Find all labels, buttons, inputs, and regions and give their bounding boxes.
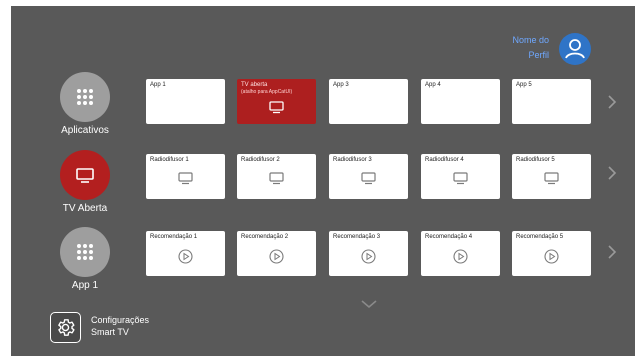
play-icon	[361, 249, 376, 264]
profile-name-line2: Perfil	[528, 50, 549, 60]
tile-title: App 3	[333, 82, 349, 88]
app-tile[interactable]: App 3	[329, 79, 408, 124]
tile-subtitle: (atalho para AppCatUI)	[241, 89, 293, 95]
broadcaster-tile[interactable]: Radiodifusor 3	[329, 154, 408, 199]
tile-title: Radiodifusor 5	[516, 157, 555, 163]
recommendation-tile[interactable]: Recomendação 3	[329, 231, 408, 276]
tile-title: App 5	[516, 82, 532, 88]
tile-title: Radiodifusor 3	[333, 157, 372, 163]
broadcaster-tile[interactable]: Radiodifusor 4	[421, 154, 500, 199]
settings-icon-box[interactable]	[50, 312, 81, 343]
tv-home-screen: Nome do Perfil Aplicativos TV Aberta App…	[11, 6, 635, 356]
tv-icon	[269, 101, 284, 114]
tile-title: App 4	[425, 82, 441, 88]
grid-icon	[77, 89, 93, 105]
tv-icon	[544, 172, 559, 185]
chevron-right-icon[interactable]	[607, 245, 617, 259]
settings-label-line1: Configurações	[91, 315, 150, 325]
chevron-right-icon[interactable]	[607, 166, 617, 180]
tile-title: Radiodifusor 4	[425, 157, 464, 163]
category-circle[interactable]	[60, 227, 110, 277]
settings-label: Configurações Smart TV	[91, 314, 149, 338]
chevron-down-icon[interactable]	[361, 299, 377, 309]
tile-title: Recomendação 3	[333, 234, 381, 240]
category-circle[interactable]	[60, 150, 110, 200]
recommendation-tile[interactable]: Recomendação 2	[237, 231, 316, 276]
tile-title: Recomendação 1	[150, 234, 198, 240]
settings-label-line2: Smart TV	[91, 327, 129, 337]
user-icon	[565, 39, 585, 59]
app-tile[interactable]: App 1	[146, 79, 225, 124]
tile-title: Radiodifusor 2	[241, 157, 280, 163]
play-icon	[544, 249, 559, 264]
profile-button[interactable]: Nome do Perfil	[511, 31, 593, 67]
broadcaster-tile[interactable]: Radiodifusor 1	[146, 154, 225, 199]
tile-title: TV aberta	[241, 82, 268, 88]
tile-title: Recomendação 2	[241, 234, 289, 240]
tile-title: Recomendação 5	[516, 234, 564, 240]
play-icon	[269, 249, 284, 264]
profile-name: Nome do Perfil	[489, 33, 549, 63]
tile-title: Recomendação 4	[425, 234, 473, 240]
recommendation-tile[interactable]: Recomendação 1	[146, 231, 225, 276]
app-tile[interactable]: App 4	[421, 79, 500, 124]
recommendation-tile[interactable]: Recomendação 4	[421, 231, 500, 276]
broadcaster-tile[interactable]: Radiodifusor 2	[237, 154, 316, 199]
category-label: TV Aberta	[62, 203, 108, 214]
profile-name-line1: Nome do	[512, 35, 549, 45]
grid-icon	[77, 244, 93, 260]
category-circle[interactable]	[60, 72, 110, 122]
avatar[interactable]	[559, 33, 591, 65]
gear-icon	[58, 319, 75, 336]
play-icon	[453, 249, 468, 264]
chevron-right-icon[interactable]	[607, 95, 617, 109]
tile-title: App 1	[150, 82, 166, 88]
play-icon	[178, 249, 193, 264]
tv-icon	[453, 172, 468, 185]
tv-icon	[361, 172, 376, 185]
tile-title: Radiodifusor 1	[150, 157, 189, 163]
app-tile[interactable]: App 5	[512, 79, 591, 124]
category-label: App 1	[71, 280, 99, 291]
tv-icon	[269, 172, 284, 185]
app-tile-selected[interactable]: TV aberta (atalho para AppCatUI)	[237, 79, 316, 124]
tv-icon	[76, 168, 94, 183]
category-label: Aplicativos	[61, 125, 109, 136]
tv-icon	[178, 172, 193, 185]
broadcaster-tile[interactable]: Radiodifusor 5	[512, 154, 591, 199]
recommendation-tile[interactable]: Recomendação 5	[512, 231, 591, 276]
